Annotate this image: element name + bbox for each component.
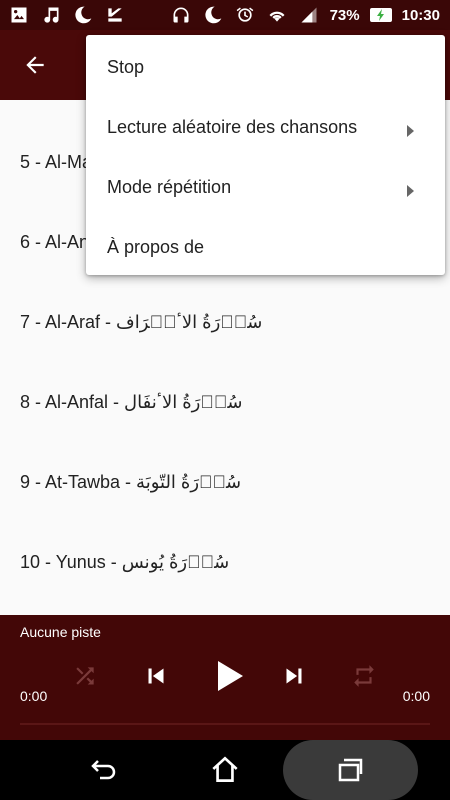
list-item[interactable]: 7 - Al-Araf - سُوۡرَةُ الاٴعۡرَاف bbox=[0, 282, 450, 362]
system-nav-bar bbox=[0, 740, 450, 800]
skip-next-icon[interactable] bbox=[278, 660, 310, 692]
list-item-label: 7 - Al-Araf - سُوۡرَةُ الاٴعۡرَاف bbox=[20, 311, 263, 332]
menu-item-shuffle[interactable]: Lecture aléatoire des chansons bbox=[86, 97, 445, 157]
seek-bar[interactable] bbox=[20, 723, 430, 725]
menu-item-label: Mode répétition bbox=[107, 176, 232, 197]
menu-item-label: Stop bbox=[107, 56, 145, 77]
menu-item-about[interactable]: À propos de bbox=[86, 217, 445, 277]
shuffle-icon[interactable] bbox=[70, 661, 100, 691]
battery-percent: 73% bbox=[329, 6, 360, 24]
wifi-icon bbox=[266, 4, 288, 26]
track-title: Aucune piste bbox=[20, 624, 101, 640]
list-item[interactable]: 8 - Al-Anfal - سُوۡرَةُ الاٴنفَال bbox=[0, 362, 450, 442]
download-check-icon bbox=[104, 4, 126, 26]
skip-previous-icon[interactable] bbox=[140, 660, 172, 692]
status-bar: 73% 10:30 bbox=[0, 0, 450, 30]
list-item[interactable]: 10 - Yunus - سُوۡرَةُ یُونس bbox=[0, 522, 450, 602]
image-icon bbox=[8, 4, 30, 26]
arrow-back-icon[interactable] bbox=[20, 50, 50, 80]
submenu-arrow-icon bbox=[405, 181, 415, 197]
signal-icon bbox=[298, 4, 320, 26]
clock: 10:30 bbox=[401, 6, 440, 24]
menu-item-repeat-mode[interactable]: Mode répétition bbox=[86, 157, 445, 217]
music-note-icon bbox=[40, 4, 62, 26]
moon-icon bbox=[202, 4, 224, 26]
status-left bbox=[8, 4, 126, 26]
home-icon[interactable] bbox=[203, 740, 247, 800]
back-icon[interactable] bbox=[80, 740, 124, 800]
elapsed-time: 0:00 bbox=[20, 688, 48, 704]
moon-icon bbox=[72, 4, 94, 26]
player-bar: Aucune piste 0:00 0:00 bbox=[0, 615, 450, 740]
repeat-icon[interactable] bbox=[349, 661, 379, 691]
recent-apps-icon[interactable] bbox=[328, 740, 372, 800]
list-item[interactable]: 9 - At-Tawba - سُوۡرَةُ التّوبَة bbox=[0, 442, 450, 522]
total-time: 0:00 bbox=[402, 688, 430, 704]
status-right: 73% 10:30 bbox=[170, 4, 440, 26]
alarm-icon bbox=[234, 4, 256, 26]
play-icon[interactable] bbox=[207, 655, 249, 697]
menu-item-label: À propos de bbox=[107, 236, 205, 257]
list-item-label: 9 - At-Tawba - سُوۡرَةُ التّوبَة bbox=[20, 471, 242, 492]
submenu-arrow-icon bbox=[405, 121, 415, 137]
battery-icon bbox=[369, 8, 392, 22]
overflow-menu: Stop Lecture aléatoire des chansons Mode… bbox=[86, 35, 445, 275]
headphones-icon bbox=[170, 4, 192, 26]
menu-item-label: Lecture aléatoire des chansons bbox=[107, 116, 358, 137]
menu-item-stop[interactable]: Stop bbox=[86, 37, 445, 97]
list-item-label: 10 - Yunus - سُوۡرَةُ یُونس bbox=[20, 551, 230, 572]
list-item-label: 8 - Al-Anfal - سُوۡرَةُ الاٴنفَال bbox=[20, 391, 243, 412]
